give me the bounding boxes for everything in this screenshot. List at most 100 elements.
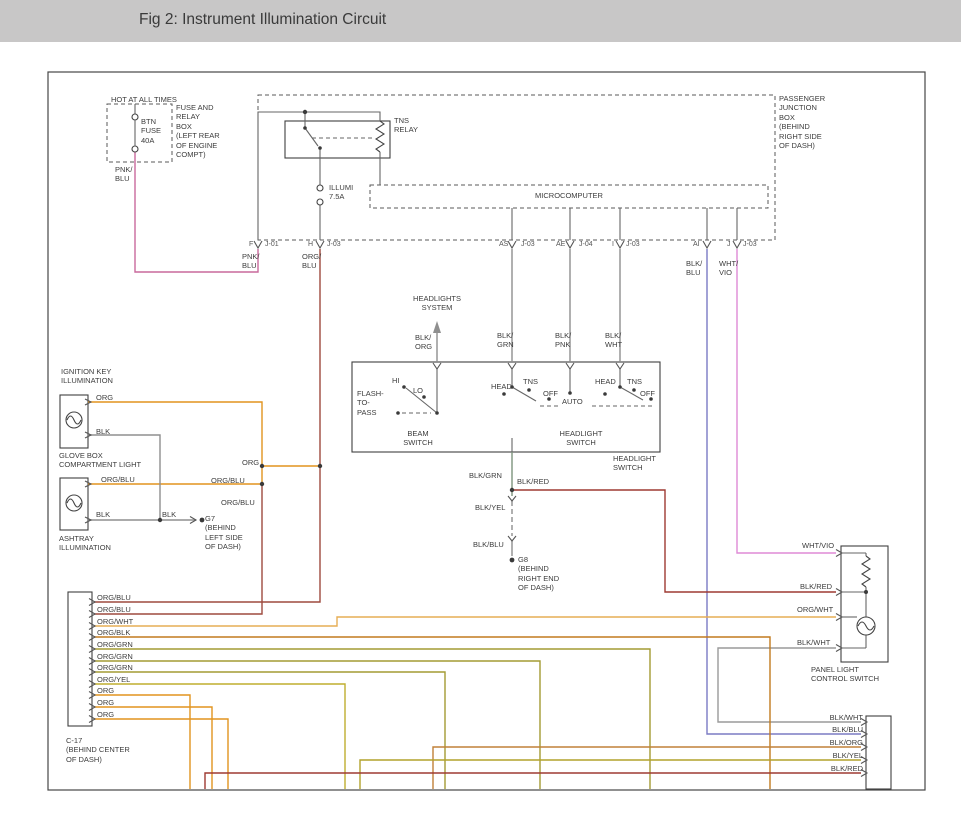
wire-label-orgblu-1: ORG/BLU — [101, 475, 135, 484]
pin-ae-conn: J-04 — [579, 241, 593, 250]
wire-blkred-rc — [205, 773, 861, 789]
rc-row-label: BLK/BLU — [819, 725, 863, 734]
figure-title: Fig 2: Instrument Illumination Circuit — [139, 11, 386, 29]
panel-light-switch-box — [841, 546, 888, 662]
wire-label-blkblu-g8: BLK/BLU — [473, 540, 504, 549]
passenger-junction-box — [258, 95, 775, 240]
wire-label-whtvio: WHT/ VIO — [719, 259, 738, 278]
wire-label-blkyel-g8: BLK/YEL — [475, 503, 505, 512]
wire-blkblu-ai — [707, 249, 861, 734]
btn-fuse-terminal-top — [132, 114, 138, 120]
switch-pos-head-2: HEAD — [595, 377, 616, 386]
illumi-fuse-terminal-top — [317, 185, 323, 191]
switch-pos-off-1: OFF — [543, 389, 558, 398]
switch-pos-tns-2: TNS — [627, 377, 642, 386]
microcomputer-label: MICROCOMPUTER — [370, 191, 768, 200]
rc-row-label: BLK/RED — [819, 764, 863, 773]
c17-row-label: ORG/BLU — [97, 593, 131, 602]
wire-label-blkblu: BLK/ BLU — [686, 259, 702, 278]
rc-row-label: BLK/YEL — [819, 751, 863, 760]
pin-f: F — [249, 241, 253, 250]
headlights-system-arrow-icon — [433, 321, 441, 333]
rheostat — [862, 556, 870, 587]
ashtray-illumination-label: ASHTRAY ILLUMINATION — [59, 534, 111, 553]
g7-ground-dot — [200, 518, 205, 523]
fuse-relay-box-label: FUSE AND RELAY BOX (LEFT REAR OF ENGINE … — [176, 103, 230, 159]
c17-row-label: ORG/GRN — [97, 663, 133, 672]
wire-blkorg-rc — [433, 747, 861, 789]
wire-label-blkorg: BLK/ ORG — [415, 333, 432, 352]
pin-as: AS — [499, 241, 508, 250]
rc-row-label: BLK/ORG — [819, 738, 863, 747]
headlights-system-label: HEADLIGHTS SYSTEM — [402, 294, 472, 313]
switch-pos-head-1: HEAD — [491, 382, 512, 391]
c17-row-label: ORG/BLU — [97, 605, 131, 614]
wire-label-blkgrn: BLK/ GRN — [497, 331, 514, 350]
pin-f-conn: J-01 — [265, 241, 279, 250]
symbols — [66, 104, 875, 777]
beam-switch-label: BEAM SWITCH — [396, 429, 440, 448]
wire-orgwht — [94, 617, 836, 626]
glove-box-label: GLOVE BOX COMPARTMENT LIGHT — [59, 451, 141, 470]
diagram-border — [48, 72, 925, 790]
pin-h: H — [308, 241, 313, 250]
c17-row-label: ORG — [97, 710, 114, 719]
switch-pos-lo: LO — [413, 386, 423, 395]
wire-blkred — [512, 490, 836, 592]
page: Fig 2: Instrument Illumination Circuit — [0, 0, 961, 814]
wire-blkwht-panel — [718, 648, 861, 722]
wire-label-pnkblu: PNK/ BLU — [242, 252, 260, 271]
btn-fuse-terminal-bottom — [132, 146, 138, 152]
wire-orggrn-c17-2 — [94, 661, 540, 789]
wire-label-blkwht-panel: BLK/WHT — [797, 638, 830, 647]
wire-label-blkred-1: BLK/RED — [517, 477, 549, 486]
illumi-fuse-terminal-bottom — [317, 199, 323, 205]
hot-at-all-times-label: HOT AT ALL TIMES — [111, 95, 177, 104]
pin-as-conn: J-03 — [521, 241, 535, 250]
c17-row-label: ORG — [97, 686, 114, 695]
c17-row-label: ORG/YEL — [97, 675, 130, 684]
c17-connector-label: C-17 (BEHIND CENTER OF DASH) — [66, 736, 130, 764]
illumi-fuse-label: ILLUMI 7.5A — [329, 183, 353, 202]
fuse-relay-box — [107, 104, 172, 162]
pin-j: J — [727, 241, 731, 250]
wire-pnkblu-feed — [135, 152, 258, 272]
pin-i: I — [612, 241, 614, 250]
wire-label-pnkblu-feed: PNK/ BLU — [115, 165, 133, 184]
tns-relay-label: TNS RELAY — [394, 116, 418, 135]
c17-connector-box — [68, 592, 92, 726]
right-connector-box — [866, 716, 891, 789]
wire-orgblk-c17 — [94, 637, 770, 789]
pin-h-conn: J-03 — [327, 241, 341, 250]
wire-label-org-2: ORG — [242, 458, 259, 467]
wire-label-blkpnk: BLK/ PNK — [555, 331, 571, 350]
pin-ai: AI — [693, 241, 700, 250]
pin-i-conn: J-03 — [626, 241, 640, 250]
wire-label-blkgrn-g8: BLK/GRN — [469, 471, 502, 480]
wire-label-blk-1: BLK — [96, 427, 110, 436]
headlight-switch-inner-label: HEADLIGHT SWITCH — [553, 429, 609, 448]
wire-label-blk-2: BLK — [96, 510, 110, 519]
headlight-switch-outer-label: HEADLIGHT SWITCH — [613, 454, 656, 473]
tns-relay-box — [285, 121, 390, 158]
g8-ground-label: G8 (BEHIND RIGHT END OF DASH) — [518, 555, 559, 593]
wire-label-blkwht: BLK/ WHT — [605, 331, 622, 350]
c17-row-label: ORG/WHT — [97, 617, 133, 626]
c17-row-label: ORG — [97, 698, 114, 707]
wire-label-orgblu: ORG/ BLU — [302, 252, 321, 271]
figure-title-bar: Fig 2: Instrument Illumination Circuit — [0, 0, 961, 42]
component-boxes — [60, 121, 891, 789]
ignition-key-illumination-label: IGNITION KEY ILLUMINATION — [61, 367, 113, 386]
wire-label-org-1: ORG — [96, 393, 113, 402]
g8-ground-dot — [510, 558, 515, 563]
wire-org-lamp1 — [88, 402, 262, 484]
pin-j-conn: J-03 — [743, 241, 757, 250]
g7-ground-label: G7 (BEHIND LEFT SIDE OF DASH) — [205, 514, 243, 552]
switch-pos-flash: FLASH- TO- PASS — [357, 389, 384, 417]
switch-pos-auto: AUTO — [562, 397, 583, 406]
wire-whtvio — [737, 249, 836, 553]
wire-label-blkred-panel: BLK/RED — [800, 582, 832, 591]
wire-label-orgwht-panel: ORG/WHT — [797, 605, 833, 614]
panel-light-control-switch-label: PANEL LIGHT CONTROL SWITCH — [811, 665, 879, 684]
wire-label-whtvio-panel: WHT/VIO — [802, 541, 834, 550]
